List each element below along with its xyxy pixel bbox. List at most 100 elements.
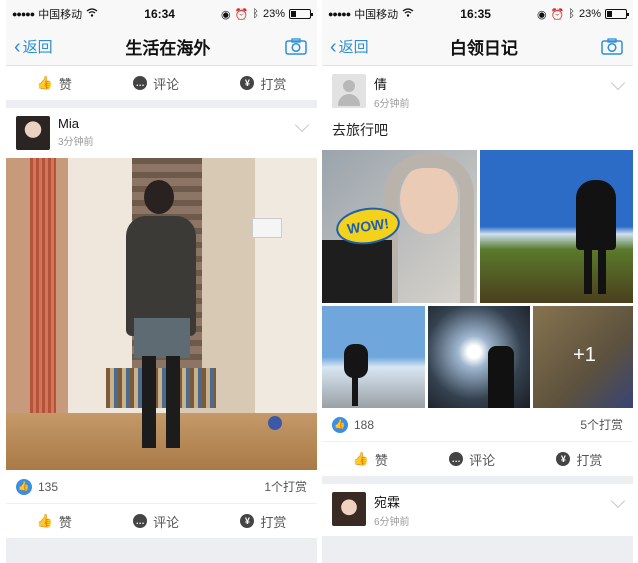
photo-grid: +1 [322, 306, 633, 408]
left-phone-screen: ●●●●● 中国移动 16:34 ◉ ⏰ ᛒ 23% ‹ 返回 生活在海外 👍 赞… [6, 0, 317, 563]
like-label: 赞 [58, 514, 72, 530]
avatar[interactable] [16, 116, 50, 150]
post-photo[interactable] [428, 306, 530, 408]
comment-icon: … [133, 76, 148, 90]
lock-rotation-icon: ◉ [221, 8, 231, 21]
likes-row: 👍 135 1个打赏 [6, 470, 317, 504]
back-button[interactable]: ‹ 返回 [14, 36, 53, 57]
comment-label: 评论 [153, 514, 180, 530]
carrier-label: 中国移动 [38, 9, 83, 21]
clock: 16:35 [460, 7, 491, 21]
right-phone-screen: ●●●●● 中国移动 16:35 ◉ ⏰ ᛒ 23% ‹ 返回 白领日记 倩 6… [322, 0, 633, 563]
signal-dots-icon: ●●●●● [12, 9, 35, 19]
yen-icon: ¥ [240, 514, 255, 528]
comment-icon: … [133, 514, 148, 528]
post-photo[interactable]: +1 [533, 306, 633, 408]
post-card: Mia 3分钟前 👍 135 1个打赏 👍 赞 … 评论 ¥ 打赏 [6, 108, 317, 538]
tip-button[interactable]: ¥ 打赏 [556, 450, 602, 469]
page-title: 生活在海外 [125, 39, 211, 58]
like-label: 赞 [58, 76, 72, 92]
clock: 16:34 [144, 7, 175, 21]
post-time: 6分钟前 [374, 517, 410, 528]
comment-button[interactable]: … 评论 [133, 74, 179, 93]
back-label: 返回 [22, 39, 53, 56]
tip-label: 打赏 [260, 514, 287, 530]
likes-row: 👍 188 5个打赏 [322, 408, 633, 442]
battery-icon [605, 9, 629, 19]
post-photo[interactable] [322, 306, 425, 408]
wifi-icon [402, 8, 414, 20]
like-label: 赞 [374, 452, 388, 468]
post-text: 去旅行吧 [332, 122, 388, 138]
status-bar: ●●●●● 中国移动 16:35 ◉ ⏰ ᛒ 23% [322, 0, 633, 28]
tip-button[interactable]: ¥ 打赏 [240, 74, 286, 93]
post-photo[interactable] [480, 150, 633, 303]
more-photos-count[interactable]: +1 [533, 344, 633, 367]
back-button[interactable]: ‹ 返回 [330, 36, 369, 57]
nav-bar: ‹ 返回 白领日记 [322, 28, 633, 66]
chevron-down-icon[interactable] [610, 493, 626, 509]
carrier-label: 中国移动 [354, 9, 399, 21]
post-header: 宛霖 6分钟前 [322, 484, 633, 536]
comment-button[interactable]: … 评论 [133, 512, 179, 531]
camera-icon [601, 38, 623, 55]
post-header: 倩 6分钟前 [322, 66, 633, 118]
post-header: Mia 3分钟前 [6, 108, 317, 158]
wifi-icon [86, 8, 98, 20]
thumbs-up-icon: 👍 [36, 75, 53, 90]
tip-button[interactable]: ¥ 打赏 [240, 512, 286, 531]
bluetooth-icon: ᛒ [568, 8, 575, 20]
post-photo[interactable]: WOW! [322, 150, 477, 303]
author-name[interactable]: Mia [58, 116, 94, 131]
thumbs-up-icon: 👍 [352, 451, 369, 466]
author-name[interactable]: 宛霖 [374, 492, 410, 511]
like-count[interactable]: 188 [354, 418, 374, 432]
camera-button[interactable] [283, 37, 309, 57]
like-button[interactable]: 👍 赞 [37, 512, 72, 531]
status-bar: ●●●●● 中国移动 16:34 ◉ ⏰ ᛒ 23% [6, 0, 317, 28]
post-card: 宛霖 6分钟前 [322, 484, 633, 536]
alarm-icon: ⏰ [234, 8, 249, 21]
camera-button[interactable] [599, 37, 625, 57]
lock-rotation-icon: ◉ [537, 8, 547, 21]
post-card: 倩 6分钟前 去旅行吧 WOW! +1 👍 188 5个打赏 👍 赞 … 评论 … [322, 66, 633, 476]
tip-count[interactable]: 5个打赏 [580, 416, 623, 433]
tip-label: 打赏 [576, 452, 603, 468]
comment-label: 评论 [153, 76, 180, 92]
like-button[interactable]: 👍 赞 [37, 74, 72, 93]
photo-grid: WOW! [322, 150, 633, 303]
tip-label: 打赏 [260, 76, 287, 92]
comment-button[interactable]: … 评论 [449, 450, 495, 469]
post-photo[interactable] [6, 158, 317, 470]
bluetooth-icon: ᛒ [252, 8, 259, 20]
yen-icon: ¥ [240, 76, 255, 90]
page-title: 白领日记 [449, 39, 518, 58]
previous-post-actions: 👍 赞 … 评论 ¥ 打赏 [6, 66, 317, 100]
post-actions: 👍 赞 … 评论 ¥ 打赏 [6, 504, 317, 538]
battery-icon [289, 9, 313, 19]
post-time: 3分钟前 [58, 137, 94, 148]
like-count[interactable]: 135 [38, 480, 58, 494]
back-chevron-icon: ‹ [330, 35, 337, 58]
avatar[interactable] [332, 74, 366, 108]
alarm-icon: ⏰ [550, 8, 565, 21]
back-label: 返回 [338, 39, 369, 56]
nav-bar: ‹ 返回 生活在海外 [6, 28, 317, 66]
yen-icon: ¥ [556, 452, 571, 466]
like-badge-icon: 👍 [332, 416, 348, 433]
comment-label: 评论 [469, 452, 496, 468]
like-button[interactable]: 👍 赞 [353, 450, 388, 469]
battery-percent: 23% [578, 8, 601, 20]
comment-icon: … [449, 452, 464, 466]
thumbs-up-icon: 👍 [36, 513, 53, 528]
post-actions: 👍 赞 … 评论 ¥ 打赏 [322, 442, 633, 476]
like-badge-icon: 👍 [16, 478, 32, 495]
avatar[interactable] [332, 492, 366, 526]
battery-percent: 23% [262, 8, 285, 20]
back-chevron-icon: ‹ [14, 35, 21, 58]
chevron-down-icon[interactable] [294, 117, 310, 133]
tip-count[interactable]: 1个打赏 [264, 478, 307, 495]
post-time: 6分钟前 [374, 99, 410, 110]
author-name[interactable]: 倩 [374, 74, 410, 93]
chevron-down-icon[interactable] [610, 75, 626, 91]
